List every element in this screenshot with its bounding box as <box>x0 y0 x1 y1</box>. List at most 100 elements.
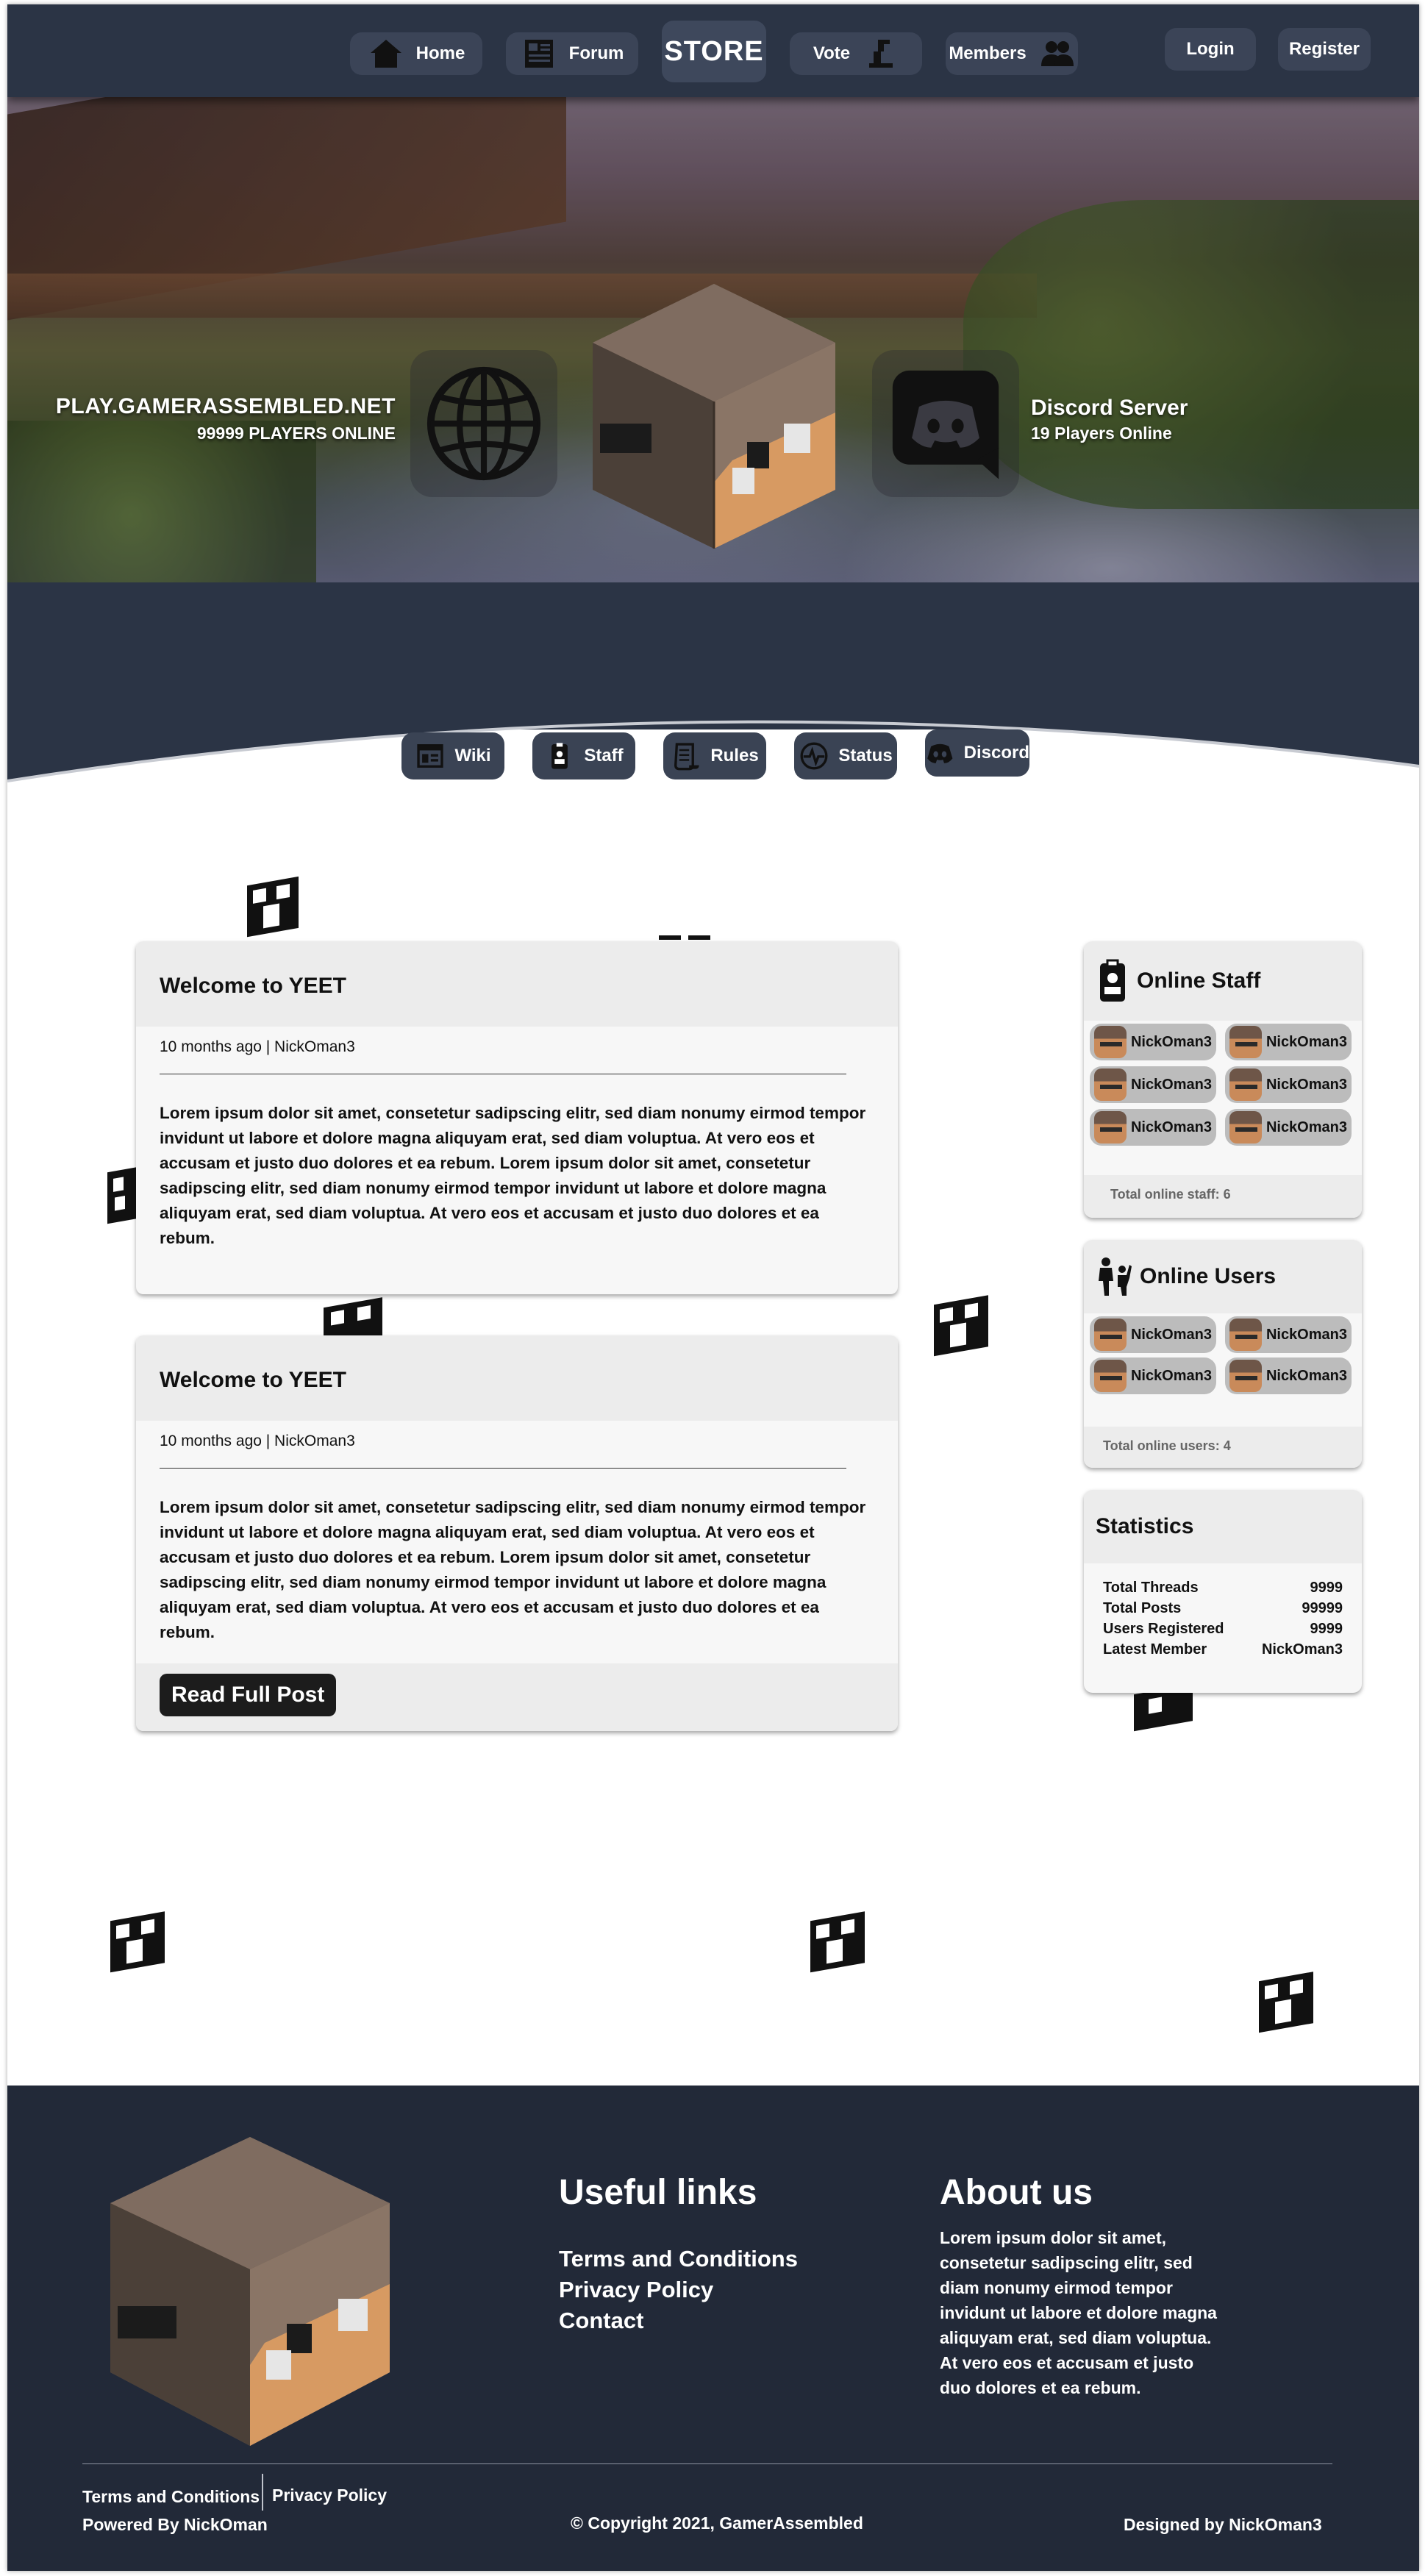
players-online: 99999 PLAYERS ONLINE <box>196 424 396 443</box>
subnav-wiki-button[interactable]: Wiki <box>401 732 504 779</box>
footer-link-terms[interactable]: Terms and Conditions <box>559 2246 798 2272</box>
home-icon <box>370 40 401 68</box>
creeper-deco-icon <box>1134 1688 1193 1732</box>
powered-by: Powered By NickOman <box>82 2515 268 2534</box>
nav-store-label: STORE <box>664 35 764 67</box>
subnav-rules-label: Rules <box>710 746 759 766</box>
avatar <box>1094 1026 1127 1058</box>
online-staff-total: Total online staff: 6 <box>1084 1175 1362 1218</box>
user-chip[interactable]: NickOman3 <box>1090 1316 1216 1353</box>
user-chip[interactable]: NickOman3 <box>1225 1316 1352 1353</box>
subnav-wiki-label: Wiki <box>454 746 491 766</box>
creeper-deco-icon <box>324 1297 382 1337</box>
stat-row: Latest Member NickOman3 <box>1084 1641 1362 1662</box>
stat-value: 99999 <box>1302 1600 1343 1616</box>
top-navbar: Home Forum STORE Vote Members Login Regi… <box>7 4 1419 97</box>
creeper-deco-icon <box>247 876 299 938</box>
stat-row: Total Threads 9999 <box>1084 1580 1362 1600</box>
about-us-text: Lorem ipsum dolor sit amet, consetetur s… <box>940 2228 1217 2397</box>
user-chip[interactable]: NickOman3 <box>1225 1357 1352 1394</box>
post-body: Lorem ipsum dolor sit amet, consetetur s… <box>160 1104 866 1247</box>
online-users-total: Total online users: 4 <box>1084 1427 1362 1468</box>
globe-icon <box>426 366 541 481</box>
staff-chip[interactable]: NickOman3 <box>1090 1066 1216 1103</box>
creeper-deco-icon <box>934 1295 988 1357</box>
staff-chip[interactable]: NickOman3 <box>1090 1109 1216 1146</box>
subnav-discord-label: Discord <box>963 743 1029 763</box>
rules-scroll-icon <box>674 743 699 771</box>
register-button[interactable]: Register <box>1278 28 1371 71</box>
status-pulse-icon <box>800 742 828 770</box>
subnav-status-button[interactable]: Status <box>794 732 897 779</box>
server-info[interactable]: PLAY.GAMERASSEMBLED.NET 99999 PLAYERS ON… <box>56 394 396 443</box>
online-users-list: NickOman3 NickOman3 NickOman3 NickOman3 <box>1084 1316 1362 1394</box>
staff-name: NickOman3 <box>1130 1033 1212 1050</box>
staff-chip[interactable]: NickOman3 <box>1225 1024 1352 1060</box>
user-chip[interactable]: NickOman3 <box>1090 1357 1216 1394</box>
creeper-deco-icon <box>810 1911 865 1973</box>
page-frame: Home Forum STORE Vote Members Login Regi… <box>7 4 1419 2571</box>
statistics-table: Total Threads 9999 Total Posts 99999 Users… <box>1084 1563 1362 1662</box>
server-ip[interactable]: PLAY.GAMERASSEMBLED.NET <box>56 394 396 419</box>
nav-members-label: Members <box>949 43 1027 63</box>
post-title[interactable]: Welcome to YEET <box>136 1335 898 1421</box>
discord-players: 19 Players Online <box>1031 424 1172 443</box>
subnav-rules-button[interactable]: Rules <box>663 732 766 779</box>
hero-wave <box>7 582 1419 782</box>
news-post: Welcome to YEET 10 months ago | NickOman… <box>136 1335 898 1731</box>
nav-store-button[interactable]: STORE <box>662 21 766 82</box>
subnav-staff-button[interactable]: Staff <box>532 732 635 779</box>
nav-home-label: Home <box>415 43 465 63</box>
avatar <box>1229 1111 1262 1143</box>
post-body: Lorem ipsum dolor sit amet, consetetur s… <box>160 1498 866 1641</box>
staff-name: NickOman3 <box>1265 1033 1347 1050</box>
login-button[interactable]: Login <box>1165 28 1256 71</box>
footer-link-contact[interactable]: Contact <box>559 2308 643 2334</box>
avatar <box>1229 1068 1262 1101</box>
staff-badge-icon <box>551 743 568 769</box>
nav-forum-button[interactable]: Forum <box>506 32 638 75</box>
footer-link-privacy[interactable]: Privacy Policy <box>559 2277 713 2303</box>
vote-icon <box>869 40 893 68</box>
stat-label: Latest Member <box>1103 1641 1207 1658</box>
nav-vote-button[interactable]: Vote <box>790 32 922 75</box>
user-name: NickOman3 <box>1265 1326 1347 1343</box>
post-footer: Read Full Post <box>136 1663 898 1731</box>
staff-chip[interactable]: NickOman3 <box>1225 1066 1352 1103</box>
stat-value: 9999 <box>1310 1621 1343 1637</box>
staff-name: NickOman3 <box>1130 1076 1212 1093</box>
avatar <box>1094 1068 1127 1101</box>
bottom-link-privacy[interactable]: Privacy Policy <box>272 2486 387 2505</box>
stat-row: Total Posts 99999 <box>1084 1600 1362 1621</box>
user-name: NickOman3 <box>1130 1326 1212 1343</box>
users-waving-icon <box>1099 1257 1132 1296</box>
online-staff-widget: Online Staff NickOman3 NickOman3 NickOma… <box>1084 941 1362 1218</box>
bottom-link-terms[interactable]: Terms and Conditions <box>82 2487 260 2507</box>
online-staff-list: NickOman3 NickOman3 NickOman3 NickOman3 … <box>1084 1024 1362 1146</box>
staff-chip[interactable]: NickOman3 <box>1225 1109 1352 1146</box>
nav-members-button[interactable]: Members <box>946 32 1078 75</box>
discord-info[interactable]: Discord Server 19 Players Online <box>1031 396 1188 443</box>
statistics-widget: Statistics Total Threads 9999 Total Posts… <box>1084 1490 1362 1693</box>
read-full-post-button[interactable]: Read Full Post <box>160 1674 337 1716</box>
post-title[interactable]: Welcome to YEET <box>136 941 898 1027</box>
globe-tile[interactable] <box>410 350 557 497</box>
online-staff-title: Online Staff <box>1137 968 1261 993</box>
avatar <box>1094 1319 1127 1351</box>
online-staff-header: Online Staff <box>1084 941 1362 1021</box>
online-users-header: Online Users <box>1084 1240 1362 1313</box>
staff-name: NickOman3 <box>1265 1118 1347 1135</box>
staff-name: NickOman3 <box>1130 1118 1212 1135</box>
forum-icon <box>524 40 553 68</box>
register-label: Register <box>1288 39 1360 59</box>
stat-value: 9999 <box>1310 1580 1343 1596</box>
staff-chip[interactable]: NickOman3 <box>1090 1024 1216 1060</box>
creeper-deco-icon <box>1259 1972 1313 2033</box>
wiki-icon <box>417 744 444 768</box>
nav-home-button[interactable]: Home <box>350 32 482 75</box>
stat-value[interactable]: NickOman3 <box>1262 1641 1343 1662</box>
discord-tile[interactable] <box>872 350 1019 497</box>
statistics-title: Statistics <box>1096 1514 1194 1538</box>
site-footer: Useful links Terms and Conditions Privac… <box>7 2086 1419 2571</box>
subnav-discord-button[interactable]: Discord <box>925 729 1029 777</box>
